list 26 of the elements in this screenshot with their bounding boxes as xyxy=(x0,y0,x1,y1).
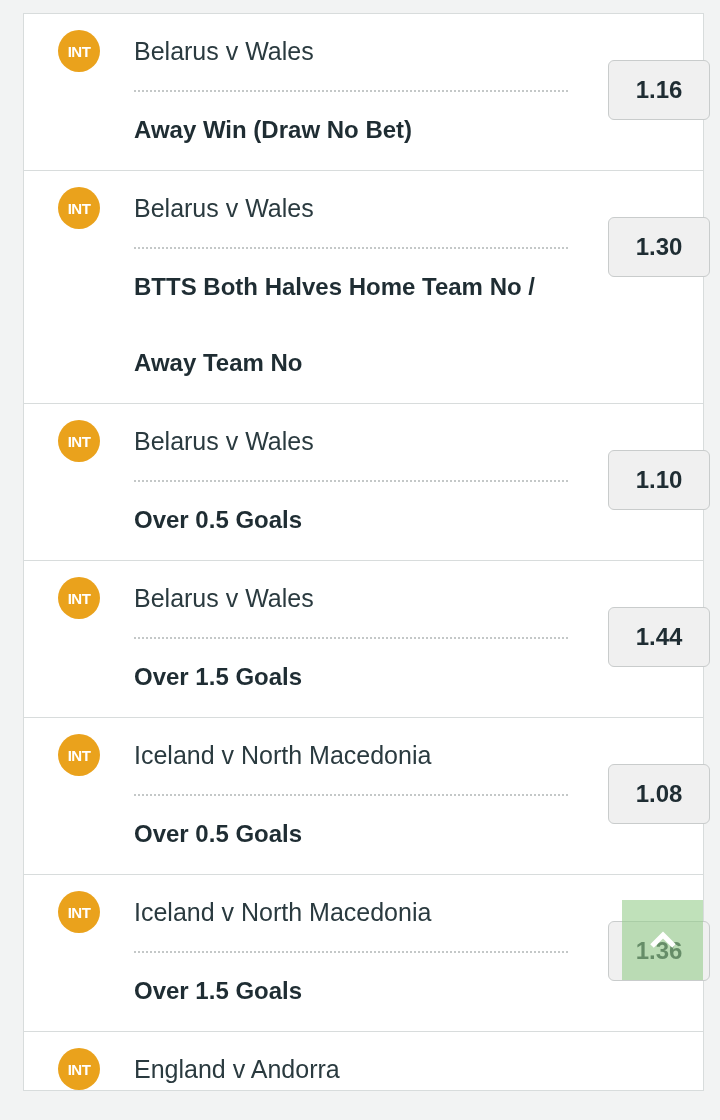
odds-button[interactable]: 1.30 xyxy=(608,217,710,277)
market-name: Away Win (Draw No Bet) xyxy=(134,115,414,145)
league-badge: INT xyxy=(58,734,100,776)
market-name: Over 0.5 Goals xyxy=(134,819,304,849)
market-name: Over 1.5 Goals xyxy=(134,976,304,1006)
odds-button[interactable]: 1.16 xyxy=(608,60,710,120)
odds-button[interactable]: 1.10 xyxy=(608,450,710,510)
match-name: Belarus v Wales xyxy=(134,193,315,223)
league-badge: INT xyxy=(58,1048,100,1090)
match-name: England v Andorra xyxy=(134,1054,341,1084)
scroll-top-button[interactable] xyxy=(622,900,703,980)
league-badge: INT xyxy=(58,420,100,462)
match-name: Belarus v Wales xyxy=(134,583,315,613)
match-name: Belarus v Wales xyxy=(134,36,315,66)
league-badge: INT xyxy=(58,577,100,619)
market-name: BTTS Both Halves Home Team No / Away Team No xyxy=(134,272,536,378)
market-name: Over 1.5 Goals xyxy=(134,662,304,692)
odds-button[interactable]: 1.44 xyxy=(608,607,710,667)
match-name: Iceland v North Macedonia xyxy=(134,740,433,770)
market-name: Over 0.5 Goals xyxy=(134,505,304,535)
match-name: Iceland v North Macedonia xyxy=(134,897,433,927)
odds-button[interactable]: 1.08 xyxy=(608,764,710,824)
league-badge: INT xyxy=(58,891,100,933)
league-badge: INT xyxy=(58,187,100,229)
match-name: Belarus v Wales xyxy=(134,426,315,456)
league-badge: INT xyxy=(58,30,100,72)
